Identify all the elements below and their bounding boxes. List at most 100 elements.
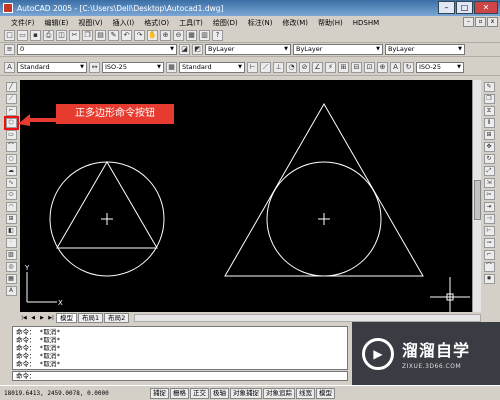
radius-dim-icon[interactable]: ◔ <box>286 62 297 73</box>
paste-icon[interactable]: ▤ <box>95 30 106 41</box>
ortho-toggle[interactable]: 正交 <box>190 387 209 399</box>
tab-first-arrow[interactable]: |◀ <box>20 315 28 321</box>
dim-style-icon[interactable]: ↔ <box>89 62 100 73</box>
angular-dim-icon[interactable]: ∠ <box>312 62 323 73</box>
polygon-icon[interactable]: ⬡ <box>3 116 19 130</box>
model-toggle[interactable]: 模型 <box>316 387 335 399</box>
explode-icon[interactable]: ✸ <box>483 274 495 284</box>
tab-layout2[interactable]: 布局2 <box>104 312 130 323</box>
arc-icon[interactable]: ⌒ <box>5 142 17 152</box>
dim-edit-icon[interactable]: A <box>390 62 401 73</box>
minimize-button[interactable]: – <box>438 1 455 14</box>
construction-line-icon[interactable]: ⟋ <box>5 94 17 104</box>
text-style-icon[interactable]: A <box>4 62 15 73</box>
cut-icon[interactable]: ✂ <box>69 30 80 41</box>
make-current-layer-icon[interactable]: ◪ <box>179 44 190 55</box>
otrack-toggle[interactable]: 对象追踪 <box>263 387 295 399</box>
lineweight-toggle[interactable]: 线宽 <box>296 387 315 399</box>
insert-block-icon[interactable]: ⊞ <box>5 214 17 224</box>
menu-file[interactable]: 文件(F) <box>6 18 40 28</box>
horizontal-scrollbar[interactable] <box>134 313 481 322</box>
menu-edit[interactable]: 编辑(E) <box>40 18 74 28</box>
point-icon[interactable]: · <box>5 238 17 248</box>
text-style-dropdown[interactable]: Standard ▼ <box>17 62 87 73</box>
close-button[interactable]: ✕ <box>474 1 498 14</box>
menu-draw[interactable]: 绘图(D) <box>208 18 243 28</box>
mirror-icon[interactable]: ⧖ <box>483 106 495 116</box>
join-icon[interactable]: ⊸ <box>483 238 495 248</box>
baseline-dim-icon[interactable]: ⊞ <box>338 62 349 73</box>
left-triangle[interactable] <box>56 161 158 249</box>
table-style-icon[interactable]: ▦ <box>166 62 177 73</box>
osnap-toggle[interactable]: 对象捕捉 <box>230 387 262 399</box>
continue-dim-icon[interactable]: ⊟ <box>351 62 362 73</box>
new-file-icon[interactable]: □ <box>4 30 15 41</box>
doc-minimize-button[interactable]: – <box>463 17 474 27</box>
tab-model[interactable]: 模型 <box>56 312 77 323</box>
maximize-button[interactable]: □ <box>456 1 473 14</box>
make-block-icon[interactable]: ◧ <box>5 226 17 236</box>
spline-icon[interactable]: ∿ <box>5 178 17 188</box>
doc-restore-button[interactable]: ▫ <box>475 17 486 27</box>
fillet-icon[interactable]: ⌒ <box>483 262 495 272</box>
menu-view[interactable]: 视图(V) <box>73 18 107 28</box>
vertical-scrollbar[interactable] <box>472 80 481 312</box>
offset-icon[interactable]: ⫴ <box>483 118 495 128</box>
save-icon[interactable]: ▪ <box>30 30 41 41</box>
doc-close-button[interactable]: x <box>487 17 498 27</box>
lineweight-dropdown[interactable]: ByLayer ▼ <box>385 44 465 55</box>
revision-cloud-icon[interactable]: ☁ <box>5 166 17 176</box>
copy-icon[interactable]: ❐ <box>82 30 93 41</box>
autocad-app-icon[interactable] <box>3 3 13 13</box>
help-icon[interactable]: ? <box>212 30 223 41</box>
move-icon[interactable]: ✥ <box>483 142 495 152</box>
menu-hdshm[interactable]: HDSHM <box>348 19 384 27</box>
polyline-icon[interactable]: ⌐ <box>5 106 17 116</box>
trim-icon[interactable]: ✂ <box>483 190 495 200</box>
menu-dimension[interactable]: 标注(N) <box>243 18 278 28</box>
layer-manager-icon[interactable]: ≡ <box>4 44 15 55</box>
line-icon[interactable]: ╱ <box>5 82 17 92</box>
pan-icon[interactable]: ✋ <box>147 30 158 41</box>
dim-update-icon[interactable]: ↻ <box>403 62 414 73</box>
tab-layout1[interactable]: 布局1 <box>78 312 104 323</box>
erase-icon[interactable]: ✎ <box>483 82 495 92</box>
linetype-dropdown[interactable]: ByLayer ▼ <box>293 44 383 55</box>
mleader-style-dropdown[interactable]: ISO-25 ▼ <box>416 62 464 73</box>
center-mark-icon[interactable]: ⊕ <box>377 62 388 73</box>
scale-icon[interactable]: ⤢ <box>483 166 495 176</box>
mtext-icon[interactable]: A <box>5 286 17 296</box>
vertical-scroll-thumb[interactable] <box>474 180 481 220</box>
quick-dim-icon[interactable]: ⚡ <box>325 62 336 73</box>
rotate-icon[interactable]: ↻ <box>483 154 495 164</box>
layer-dropdown[interactable]: 0 ▼ <box>17 44 177 55</box>
aligned-dim-icon[interactable]: ⟋ <box>260 62 271 73</box>
right-triangle[interactable] <box>224 102 424 277</box>
menu-format[interactable]: 格式(O) <box>139 18 174 28</box>
stretch-icon[interactable]: ⇲ <box>483 178 495 188</box>
tab-next-arrow[interactable]: ▶ <box>38 315 46 321</box>
color-dropdown[interactable]: ByLayer ▼ <box>205 44 291 55</box>
tab-last-arrow[interactable]: ▶| <box>47 315 55 321</box>
preview-icon[interactable]: ◫ <box>56 30 67 41</box>
diameter-dim-icon[interactable]: ⊘ <box>299 62 310 73</box>
zoom-icon[interactable]: ⊕ <box>160 30 171 41</box>
tolerance-icon[interactable]: ⊡ <box>364 62 375 73</box>
array-icon[interactable]: ⊞ <box>483 130 495 140</box>
region-icon[interactable]: ◎ <box>5 262 17 272</box>
grid-toggle[interactable]: 栅格 <box>170 387 189 399</box>
copy-object-icon[interactable]: ❐ <box>483 94 495 104</box>
redo-icon[interactable]: ↷ <box>134 30 145 41</box>
menu-insert[interactable]: 插入(I) <box>108 18 140 28</box>
undo-icon[interactable]: ↶ <box>121 30 132 41</box>
break-icon[interactable]: ⊢ <box>483 226 495 236</box>
print-icon[interactable]: ⎙ <box>43 30 54 41</box>
properties-icon[interactable]: ▦ <box>186 30 197 41</box>
menu-tools[interactable]: 工具(T) <box>174 18 208 28</box>
ordinate-dim-icon[interactable]: ⊥ <box>273 62 284 73</box>
snap-toggle[interactable]: 捕捉 <box>150 387 169 399</box>
zoom-previous-icon[interactable]: ⊖ <box>173 30 184 41</box>
circle-icon[interactable]: ○ <box>5 154 17 164</box>
table-style-dropdown[interactable]: Standard ▼ <box>179 62 245 73</box>
table-icon[interactable]: ▦ <box>5 274 17 284</box>
